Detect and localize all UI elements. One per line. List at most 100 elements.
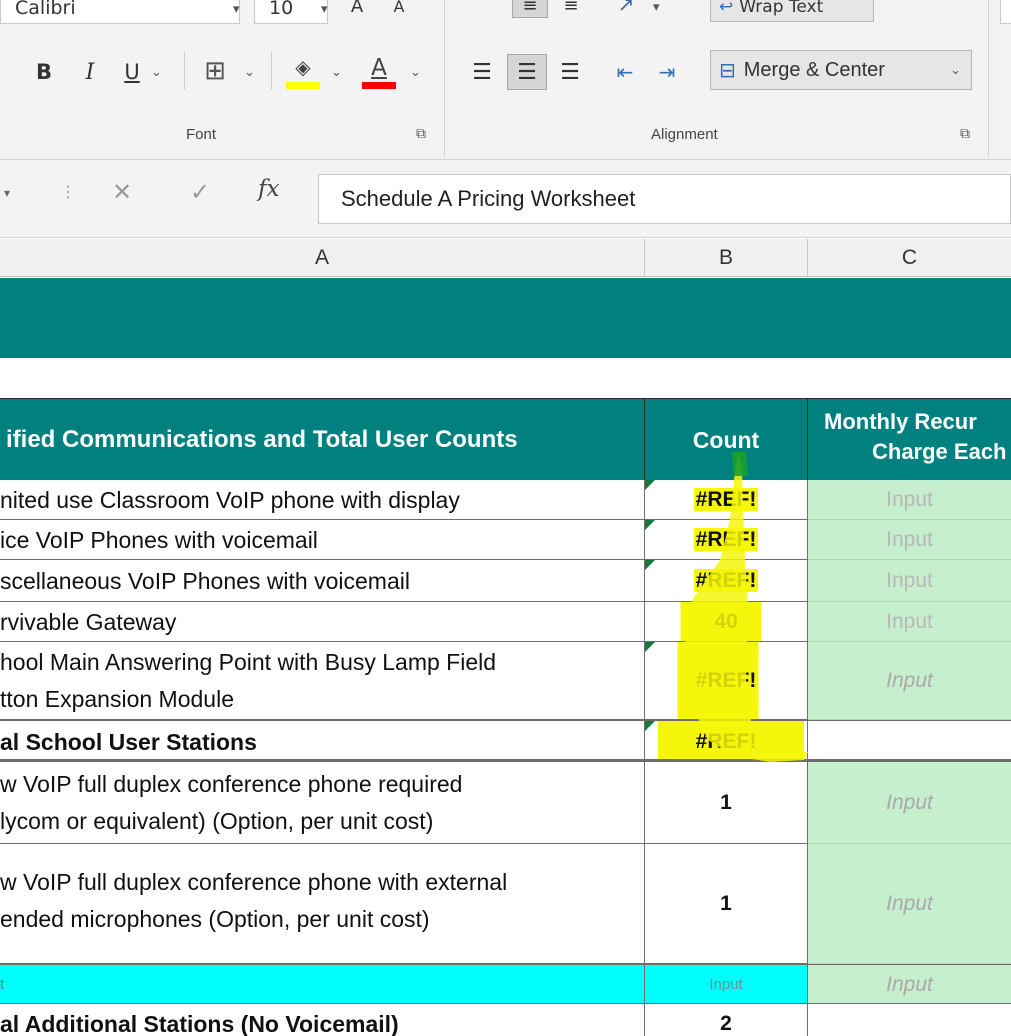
merge-center-button[interactable]: ⊟ Merge & Center ⌄ xyxy=(710,50,972,90)
merge-center-label: Merge & Center xyxy=(743,58,885,81)
merge-dropdown-icon[interactable]: ⌄ xyxy=(950,63,961,78)
cancel-icon[interactable]: ✕ xyxy=(112,178,132,206)
ribbon-separator xyxy=(271,52,272,90)
error-indicator-icon xyxy=(645,520,655,530)
row10-monthly-blank[interactable] xyxy=(808,1004,1011,1036)
ribbon-separator xyxy=(184,52,185,90)
wrap-text-button[interactable]: ↩ Wrap Text xyxy=(710,0,874,22)
row8-count[interactable]: 1 xyxy=(645,844,808,964)
row8-input[interactable]: Input xyxy=(808,844,1011,964)
column-header-b[interactable]: B xyxy=(645,239,808,277)
error-indicator-icon xyxy=(645,480,655,490)
row1-description[interactable]: nited use Classroom VoIP phone with disp… xyxy=(0,480,645,520)
font-color-swatch xyxy=(362,81,396,89)
ribbon: Calibri ▾ 10 ▾ A A ≡ ≡ ↗ ▾ ↩ Wrap Text B… xyxy=(0,0,1011,160)
formula-input[interactable]: Schedule A Pricing Worksheet xyxy=(318,174,1011,224)
font-size-box[interactable]: 10 xyxy=(254,0,328,24)
paint-bucket-icon: ◈ xyxy=(295,54,311,79)
row5-count-value: #REF! xyxy=(695,669,757,692)
row5-count[interactable]: #REF! xyxy=(645,642,808,720)
row5-input[interactable]: Input xyxy=(808,642,1011,720)
row3-count-value: #REF! xyxy=(693,569,759,592)
increase-indent-button[interactable]: ⇥ xyxy=(652,56,682,88)
row3-count[interactable]: #REF! xyxy=(645,560,808,602)
row2-input[interactable]: Input xyxy=(808,520,1011,560)
orientation-icon[interactable]: ↗ xyxy=(610,0,642,18)
font-dialog-launcher-icon[interactable]: ⧉ xyxy=(416,126,426,142)
title-band[interactable] xyxy=(0,278,1011,358)
row7-input[interactable]: Input xyxy=(808,762,1011,844)
row6-monthly-blank[interactable] xyxy=(808,720,1011,762)
header-monthly-cell[interactable]: Monthly Recur Charge Each xyxy=(808,398,1011,480)
borders-icon[interactable]: ⊞ xyxy=(197,54,233,88)
align-center-button[interactable]: ☰ xyxy=(507,54,547,90)
row9-count[interactable]: Input xyxy=(645,964,808,1004)
row8-description-line2: ended microphones (Option, per unit cost… xyxy=(0,906,430,932)
underline-dropdown-icon[interactable]: ⌄ xyxy=(151,65,162,80)
align-right-button[interactable]: ☰ xyxy=(554,56,586,88)
row5-description[interactable]: hool Main Answering Point with Busy Lamp… xyxy=(0,642,645,720)
row10-count[interactable]: 2 xyxy=(645,1004,808,1036)
header-count-cell[interactable]: Count xyxy=(645,398,808,480)
row8-description[interactable]: w VoIP full duplex conference phone with… xyxy=(0,844,645,964)
row4-count[interactable]: 40 xyxy=(645,602,808,642)
row2-count[interactable]: #REF! xyxy=(645,520,808,560)
row7-description[interactable]: w VoIP full duplex conference phone requ… xyxy=(0,762,645,844)
column-header-a[interactable]: A xyxy=(0,239,645,277)
error-indicator-icon xyxy=(645,642,655,652)
row6-count[interactable]: #REF! xyxy=(645,720,808,762)
font-size-dropdown-icon[interactable]: ▾ xyxy=(321,2,328,17)
alignment-group-label: Alignment xyxy=(651,126,718,143)
font-group-label: Font xyxy=(186,126,217,143)
row8-description-line1: w VoIP full duplex conference phone with… xyxy=(0,869,508,895)
wrap-text-label: Wrap Text xyxy=(739,0,824,17)
row7-description-line2: lycom or equivalent) (Option, per unit c… xyxy=(0,808,434,834)
formula-bar-grip-icon: ⋮ xyxy=(60,182,76,201)
row1-count-value: #REF! xyxy=(693,488,759,511)
row6-count-value: #REF! xyxy=(695,730,757,753)
italic-button[interactable]: I xyxy=(76,56,104,88)
name-box-dropdown-icon[interactable]: ▾ xyxy=(4,186,10,200)
row1-input[interactable]: Input xyxy=(808,480,1011,520)
font-color-dropdown-icon[interactable]: ⌄ xyxy=(410,65,421,80)
row6-description[interactable]: al School User Stations xyxy=(0,720,645,762)
underline-button[interactable]: U xyxy=(118,56,146,88)
font-name-dropdown-icon[interactable]: ▾ xyxy=(233,2,240,17)
grow-font-button[interactable]: A xyxy=(344,0,370,20)
orientation-dropdown-icon[interactable]: ▾ xyxy=(653,0,660,15)
row9-input[interactable]: Input xyxy=(808,964,1011,1004)
middle-align-button[interactable]: ≡ xyxy=(512,0,548,18)
borders-dropdown-icon[interactable]: ⌄ xyxy=(244,65,255,80)
fill-color-dropdown-icon[interactable]: ⌄ xyxy=(331,65,342,80)
alignment-dialog-launcher-icon[interactable]: ⧉ xyxy=(960,126,970,142)
row1-count[interactable]: #REF! xyxy=(645,480,808,520)
font-name-box[interactable]: Calibri xyxy=(0,0,240,24)
row2-description[interactable]: ice VoIP Phones with voicemail xyxy=(0,520,645,560)
insert-function-icon[interactable]: fx xyxy=(258,176,279,202)
row7-count[interactable]: 1 xyxy=(645,762,808,844)
wrap-text-icon: ↩ xyxy=(719,0,734,17)
font-color-button[interactable]: A xyxy=(360,52,398,92)
row9-description[interactable]: t xyxy=(0,964,645,1004)
row2-count-value: #REF! xyxy=(693,528,759,551)
row4-description[interactable]: rvivable Gateway xyxy=(0,602,645,642)
row10-description[interactable]: al Additional Stations (No Voicemail) xyxy=(0,1004,645,1036)
bottom-align-button[interactable]: ≡ xyxy=(556,0,586,18)
row4-input[interactable]: Input xyxy=(808,602,1011,642)
bold-button[interactable]: B xyxy=(28,56,60,88)
fill-color-swatch xyxy=(286,81,320,89)
enter-icon[interactable]: ✓ xyxy=(190,178,210,206)
row5-description-line1: hool Main Answering Point with Busy Lamp… xyxy=(0,649,497,675)
header-description-cell[interactable]: ified Communications and Total User Coun… xyxy=(0,398,645,480)
font-group-separator xyxy=(444,0,445,156)
shrink-font-button[interactable]: A xyxy=(386,0,412,20)
font-color-letter: A xyxy=(371,54,387,81)
row3-input[interactable]: Input xyxy=(808,560,1011,602)
row3-description[interactable]: scellaneous VoIP Phones with voicemail xyxy=(0,560,645,602)
number-format-box-edge[interactable] xyxy=(1000,0,1011,24)
column-header-c[interactable]: C xyxy=(808,239,1011,277)
fill-color-button[interactable]: ◈ xyxy=(284,52,322,92)
header-monthly-line1: Monthly Recur xyxy=(824,409,977,434)
decrease-indent-button[interactable]: ⇤ xyxy=(610,56,640,88)
align-left-button[interactable]: ☰ xyxy=(466,56,498,88)
